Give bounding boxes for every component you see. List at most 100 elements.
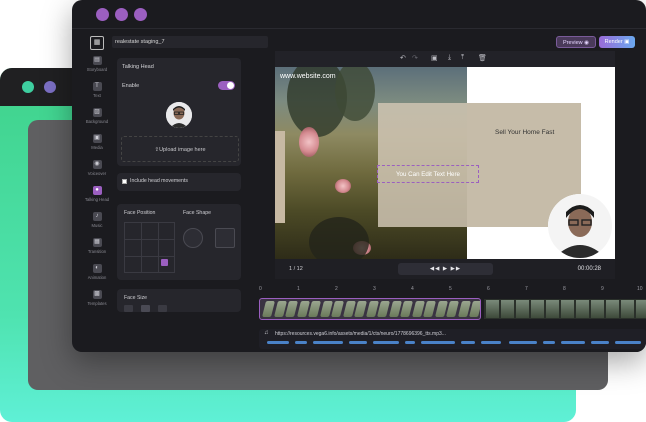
animation-icon: ◐ xyxy=(92,264,102,273)
rail-label: Talking Head xyxy=(84,197,110,202)
overlay-shape xyxy=(275,131,285,223)
timeline-ruler: 0 1 2 3 4 5 6 7 8 9 10 xyxy=(257,285,646,295)
render-button[interactable]: Render ▣ xyxy=(599,36,635,48)
download-icon[interactable]: ⤓ xyxy=(448,54,451,62)
text-icon: T xyxy=(92,82,102,91)
talking-head-icon: ● xyxy=(92,186,102,195)
grid-line xyxy=(158,223,159,272)
face-size-medium-option[interactable] xyxy=(141,305,150,312)
rail-item-media[interactable]: ▣ Media xyxy=(82,134,112,150)
music-icon: ♪ xyxy=(92,212,102,221)
selected-video-clip[interactable] xyxy=(259,298,481,320)
rail-item-music[interactable]: ♪ Music xyxy=(82,212,112,228)
ruler-tick: 0 xyxy=(259,286,262,292)
face-shape-square-option[interactable] xyxy=(215,228,235,248)
save-icon[interactable]: ▣ xyxy=(431,54,438,62)
face-size-label: Face Size xyxy=(124,295,148,301)
rail-item-templates[interactable]: ▩ Templates xyxy=(82,290,112,306)
timeline: 0 1 2 3 4 5 6 7 8 9 10 ♫ https://resourc… xyxy=(257,285,646,352)
timecode: 00:00:28 xyxy=(577,266,601,272)
titlebar xyxy=(72,0,646,28)
undo-icon[interactable]: ↶ xyxy=(400,54,406,62)
project-name-field[interactable]: realestate staging_7 xyxy=(112,36,268,48)
render-label: Render xyxy=(604,39,623,45)
filmstrip-frame xyxy=(469,301,480,317)
filmstrip-frame xyxy=(331,301,344,317)
rail-label: Storyboard xyxy=(86,67,108,72)
window-dot[interactable] xyxy=(134,7,147,21)
talking-head-avatar[interactable] xyxy=(548,194,612,258)
eye-icon: ◉ xyxy=(584,40,589,46)
waveform-segment xyxy=(295,341,307,344)
audio-track[interactable]: ♫ https://resources.vega6.info/assets/me… xyxy=(259,329,646,349)
filmstrip-frame xyxy=(591,300,604,318)
rail-item-transition[interactable]: ▦ Transition xyxy=(82,238,112,254)
face-position-marker[interactable] xyxy=(161,259,168,266)
face-position-label: Face Position xyxy=(124,210,156,216)
media-icon: ▣ xyxy=(92,134,102,143)
filmstrip-frame xyxy=(308,301,321,317)
enable-label: Enable xyxy=(122,83,140,89)
enable-toggle[interactable] xyxy=(218,81,235,90)
presenter-image xyxy=(548,194,612,258)
window-dot[interactable] xyxy=(115,7,128,21)
window-dot[interactable] xyxy=(96,7,109,21)
panel-title: Talking Head xyxy=(122,64,154,70)
rail-label: Media xyxy=(91,145,103,150)
canvas-toolbar: ↶ ↷ ▣ ⤓ ⤒ 🗑 xyxy=(275,51,615,67)
filmstrip-frame xyxy=(423,301,436,317)
upload-image-dropzone[interactable]: ⇪Upload image here xyxy=(121,136,239,162)
redo-icon[interactable]: ↷ xyxy=(412,54,418,62)
window-dot xyxy=(44,81,56,93)
filmstrip-frame xyxy=(531,300,544,318)
divider xyxy=(72,28,646,29)
waveform-segment xyxy=(461,341,475,344)
video-clip[interactable] xyxy=(484,299,646,319)
waveform-segment xyxy=(313,341,343,344)
rail-item-talking-head[interactable]: ● Talking Head xyxy=(82,186,112,202)
waveform-segment xyxy=(615,341,641,344)
rail-item-animation[interactable]: ◐ Animation xyxy=(82,264,112,280)
delete-icon[interactable]: 🗑 xyxy=(478,54,487,62)
avatar[interactable] xyxy=(166,102,192,128)
waveform-segment xyxy=(591,341,609,344)
face-size-large-option[interactable] xyxy=(158,305,167,312)
waveform-segment xyxy=(373,341,399,344)
rail-item-storyboard[interactable]: ▤ Storyboard xyxy=(82,56,112,72)
playback-controls[interactable]: ◀◀ ▶ ▶▶ xyxy=(398,263,493,275)
filmstrip-frame xyxy=(262,301,275,317)
slide-indicator: 1 / 12 xyxy=(289,266,303,272)
rail-label: Transition xyxy=(87,249,107,254)
ruler-tick: 4 xyxy=(411,286,414,292)
waveform-segment xyxy=(543,341,555,344)
editor-window: ▦ realestate staging_7 Preview ◉ Render … xyxy=(72,0,646,352)
window-dot xyxy=(22,81,34,93)
playback-bar: 1 / 12 ◀◀ ▶ ▶▶ 00:00:28 xyxy=(275,259,615,279)
rail-item-background[interactable]: ▨ Background xyxy=(82,108,112,124)
ruler-tick: 2 xyxy=(335,286,338,292)
waveform-segment xyxy=(509,341,537,344)
tree-shape xyxy=(335,67,375,121)
stage: ▦ realestate staging_7 Preview ◉ Render … xyxy=(0,0,646,422)
editable-text-box[interactable]: You Can Edit Text Here xyxy=(377,165,479,183)
rail-item-text[interactable]: T Text xyxy=(82,82,112,98)
talking-head-card: Talking Head Enable ⇪Upload image here xyxy=(117,58,241,166)
filmstrip-frame xyxy=(377,301,390,317)
face-size-card: Face Size xyxy=(117,289,241,312)
rail-label: Animation xyxy=(87,275,107,280)
ruler-tick: 1 xyxy=(297,286,300,292)
preview-button[interactable]: Preview ◉ xyxy=(556,36,596,48)
foliage-shape xyxy=(309,217,369,259)
face-size-small-option[interactable] xyxy=(124,305,133,312)
upload-icon[interactable]: ⤒ xyxy=(461,54,464,62)
rail-item-voiceover[interactable]: ◉ Voiceover xyxy=(82,160,112,176)
ruler-tick: 3 xyxy=(373,286,376,292)
rail-label: Voiceover xyxy=(87,171,107,176)
voiceover-icon: ◉ xyxy=(92,160,102,169)
head-movements-checkbox[interactable] xyxy=(122,179,127,184)
face-shape-circle-option[interactable] xyxy=(183,228,203,248)
waveform-segment xyxy=(561,341,585,344)
video-canvas[interactable]: www.website.com Sell Your Home Fast You … xyxy=(275,67,615,259)
url-text[interactable]: www.website.com xyxy=(280,73,336,80)
headline-text[interactable]: Sell Your Home Fast xyxy=(495,129,554,136)
